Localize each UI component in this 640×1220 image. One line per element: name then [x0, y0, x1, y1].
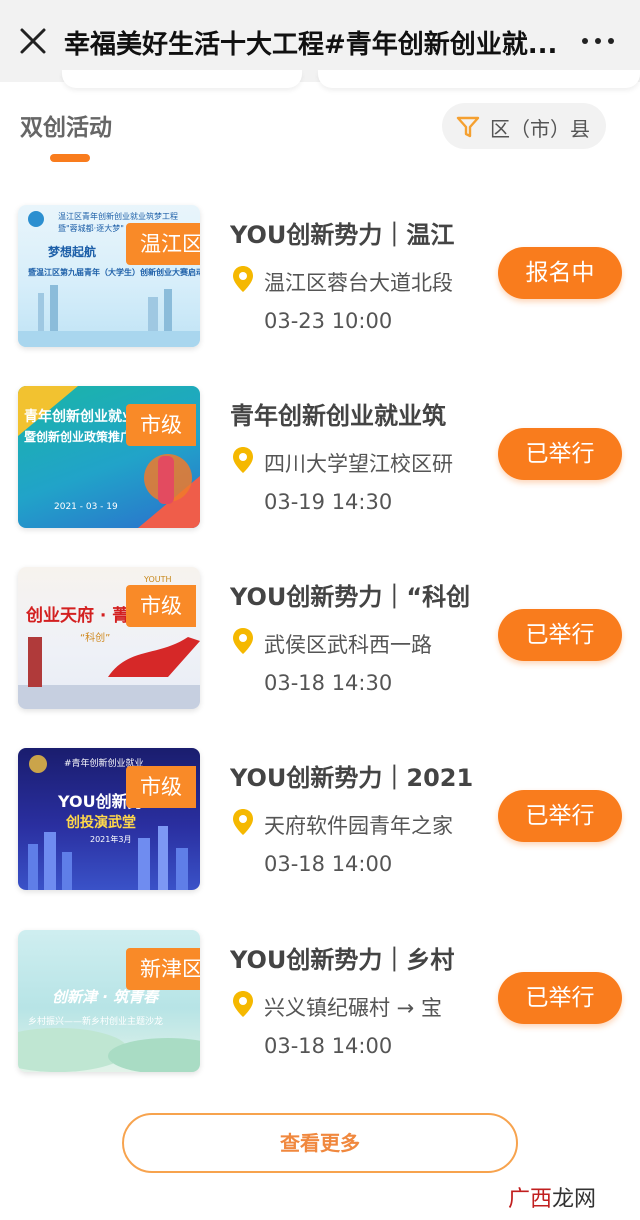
- section-underline: [50, 154, 90, 162]
- watermark-right: 龙网: [552, 1187, 597, 1212]
- location-pin-icon: [233, 447, 253, 473]
- district-tag: 市级: [126, 766, 196, 808]
- previous-card-edge: [62, 70, 302, 88]
- event-card[interactable]: YOUTH 创业天府 · 菁 “科创” 市级 YOU创新势力｜“科创 武侯区武科…: [0, 567, 640, 737]
- poster-text: YOUTH: [144, 575, 172, 584]
- status-badge[interactable]: 已举行: [498, 609, 622, 661]
- event-time: 03-23 10:00: [264, 309, 393, 333]
- poster-text: “科创”: [80, 633, 111, 644]
- load-more-button[interactable]: 查看更多: [122, 1113, 518, 1173]
- event-time: 03-19 14:30: [264, 490, 393, 514]
- event-time: 03-18 14:00: [264, 1034, 393, 1058]
- poster-text: 梦想起航: [48, 245, 97, 259]
- more-options-icon[interactable]: [578, 26, 618, 56]
- poster-text: 2021年3月: [90, 835, 132, 844]
- watermark: 广西龙网: [508, 1181, 596, 1213]
- close-icon[interactable]: [18, 22, 48, 58]
- event-location: 兴义镇纪碾村 → 宝: [264, 996, 442, 1020]
- status-badge[interactable]: 报名中: [498, 247, 622, 299]
- event-poster: 温江区青年创新创业就业筑梦工程 暨"蓉城都·逐大梦" 梦想起航 暨温江区第九届青…: [18, 205, 200, 347]
- watermark-left: 广西: [508, 1187, 553, 1212]
- event-title: YOU创新势力｜2021: [230, 764, 474, 792]
- event-title: YOU创新势力｜温江: [230, 221, 455, 249]
- status-badge[interactable]: 已举行: [498, 790, 622, 842]
- event-poster: #青年创新创业就业 YOU创新势 创投演武堂 2021年3月 市级: [18, 748, 200, 890]
- poster-text: 暨"蓉城都·逐大梦": [58, 224, 124, 233]
- event-card[interactable]: 温江区青年创新创业就业筑梦工程 暨"蓉城都·逐大梦" 梦想起航 暨温江区第九届青…: [0, 205, 640, 375]
- event-title: YOU创新势力｜“科创: [230, 583, 471, 611]
- status-badge[interactable]: 已举行: [498, 428, 622, 480]
- poster-text: 温江区青年创新创业就业筑梦工程: [58, 212, 178, 221]
- event-time: 03-18 14:00: [264, 852, 393, 876]
- district-filter-button[interactable]: 区（市）县: [442, 103, 606, 149]
- district-tag: 市级: [126, 404, 196, 446]
- district-tag: 新津区: [126, 948, 200, 990]
- event-poster: 青年创新创业就业筑梦工 暨创新创业政策推广会 2021 - 03 - 19 市级: [18, 386, 200, 528]
- event-location: 四川大学望江校区研: [264, 452, 453, 476]
- status-badge[interactable]: 已举行: [498, 972, 622, 1024]
- event-time: 03-18 14:30: [264, 671, 393, 695]
- previous-card-edge: [318, 70, 640, 88]
- event-location: 天府软件园青年之家: [264, 814, 453, 838]
- district-tag: 温江区: [126, 223, 200, 265]
- event-card[interactable]: #青年创新创业就业 YOU创新势 创投演武堂 2021年3月 市级 YOU创新势…: [0, 748, 640, 918]
- location-pin-icon: [233, 991, 253, 1017]
- location-pin-icon: [233, 266, 253, 292]
- filter-icon: [456, 116, 480, 138]
- poster-text: 2021 - 03 - 19: [54, 502, 118, 512]
- location-pin-icon: [233, 809, 253, 835]
- event-location: 温江区蓉台大道北段: [264, 271, 453, 295]
- poster-text: 创业天府 · 菁: [26, 606, 130, 626]
- event-card[interactable]: 创新津 · 筑青春 乡村振兴——新乡村创业主题沙龙 新津区 YOU创新势力｜乡村…: [0, 930, 640, 1100]
- event-location: 武侯区武科西一路: [264, 633, 432, 657]
- location-pin-icon: [233, 628, 253, 654]
- event-title: 青年创新创业就业筑: [230, 402, 446, 430]
- poster-text: 乡村振兴——新乡村创业主题沙龙: [28, 1017, 164, 1027]
- event-poster: 创新津 · 筑青春 乡村振兴——新乡村创业主题沙龙 新津区: [18, 930, 200, 1072]
- filter-label: 区（市）县: [490, 117, 590, 141]
- district-tag: 市级: [126, 585, 196, 627]
- event-poster: YOUTH 创业天府 · 菁 “科创” 市级: [18, 567, 200, 709]
- event-title: YOU创新势力｜乡村: [230, 946, 455, 974]
- poster-text: 创投演武堂: [66, 815, 136, 831]
- section-title: 双创活动: [20, 115, 112, 141]
- poster-text: 暨温江区第九届青年（大学生）创新创业大赛启动仪式: [28, 268, 200, 277]
- page-title: 幸福美好生活十大工程#青年创新创业就...: [64, 30, 558, 60]
- event-card[interactable]: 青年创新创业就业筑梦工 暨创新创业政策推广会 2021 - 03 - 19 市级…: [0, 386, 640, 556]
